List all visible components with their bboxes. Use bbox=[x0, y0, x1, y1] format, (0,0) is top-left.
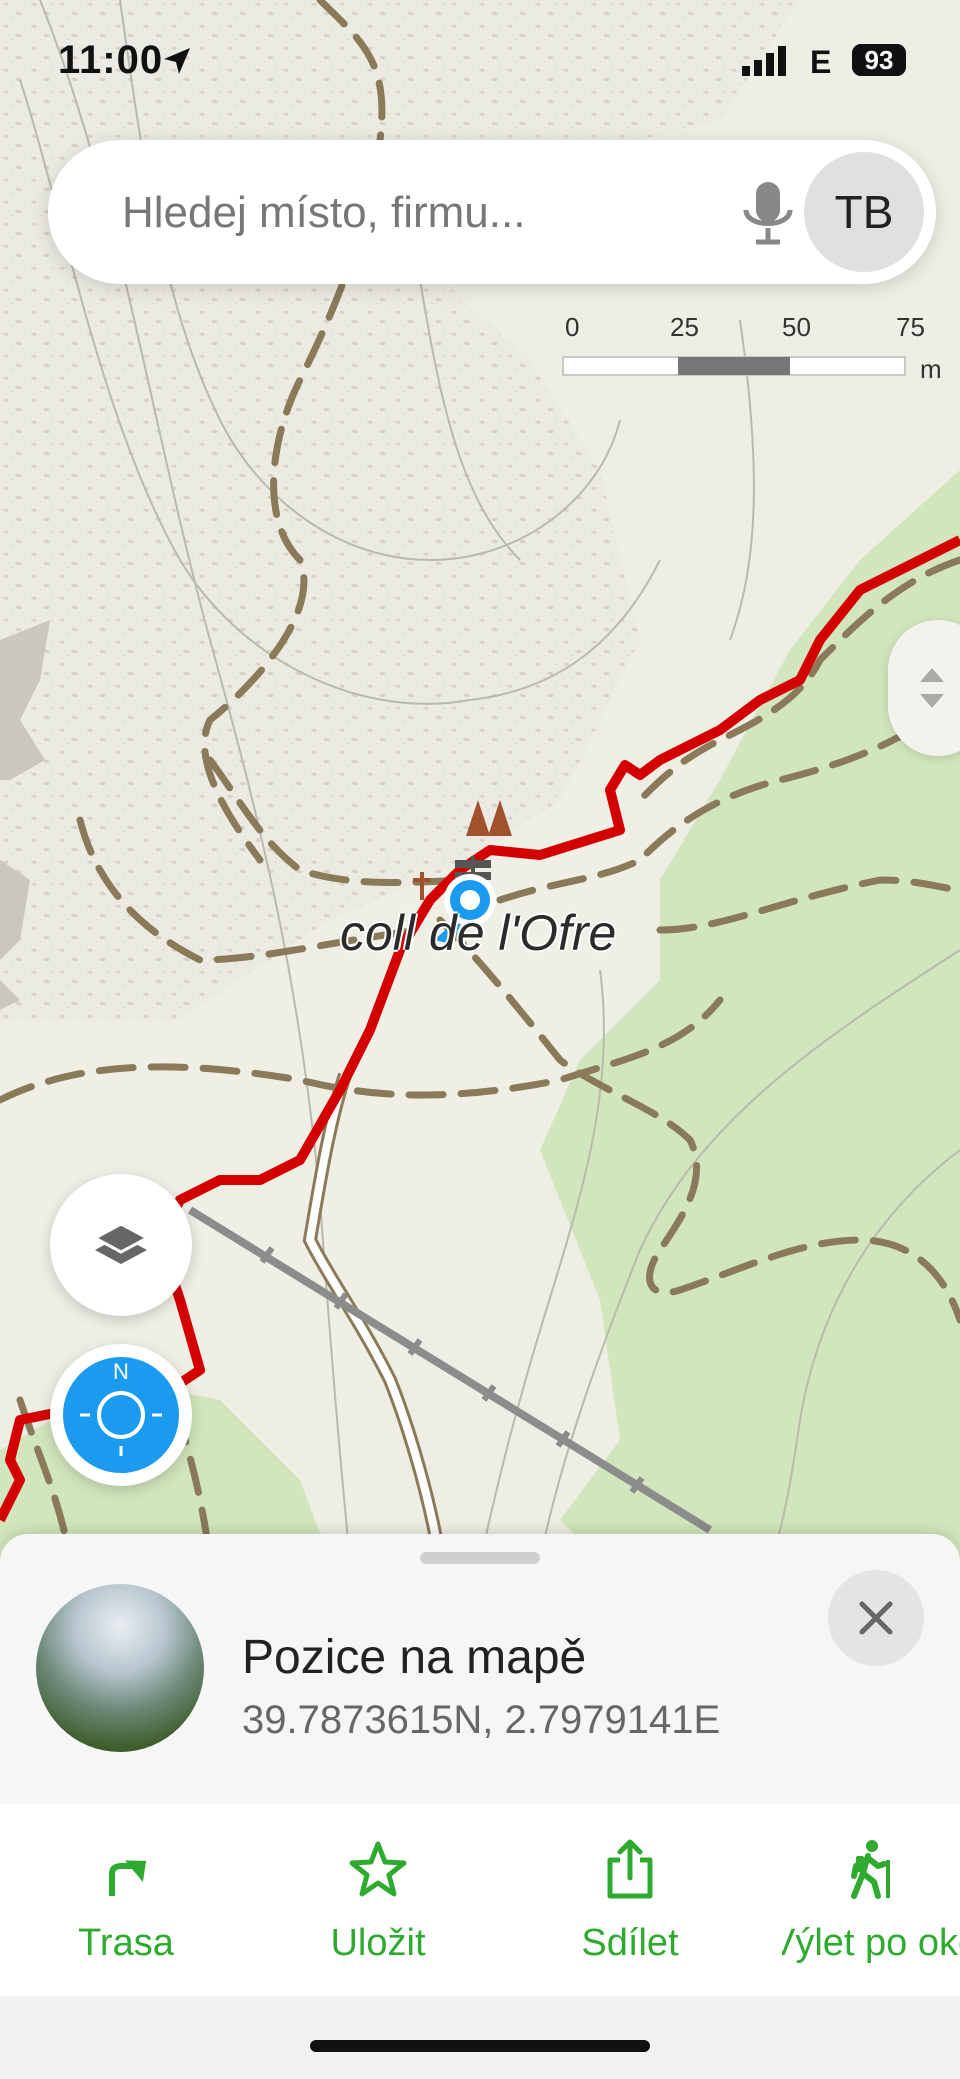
route-button[interactable]: Trasa bbox=[26, 1804, 226, 1996]
location-sheet[interactable]: Pozice na mapě 39.7873615N, 2.7979141E bbox=[0, 1534, 960, 1804]
scale-label-50: 50 bbox=[782, 312, 811, 342]
home-indicator-area bbox=[0, 1996, 960, 2079]
microphone-icon[interactable] bbox=[738, 178, 798, 248]
scale-label-25: 25 bbox=[670, 312, 699, 342]
hiker-icon bbox=[851, 1840, 890, 1899]
compass-north-letter: N bbox=[113, 1359, 129, 1384]
place-label: coll de l'Ofre bbox=[340, 905, 617, 961]
expand-arrows-icon bbox=[920, 668, 944, 708]
side-panel-handle[interactable] bbox=[888, 620, 960, 756]
close-button[interactable] bbox=[828, 1570, 924, 1666]
location-photo[interactable] bbox=[36, 1584, 204, 1752]
sheet-coordinates: 39.7873615N, 2.7979141E bbox=[242, 1698, 721, 1742]
layers-button[interactable] bbox=[50, 1174, 192, 1316]
search-input[interactable] bbox=[120, 180, 684, 246]
network-type: E bbox=[810, 44, 832, 80]
route-label: Trasa bbox=[78, 1922, 174, 1964]
status-bar: 11:00 E 93 bbox=[0, 0, 960, 120]
location-arrow-icon bbox=[164, 48, 190, 74]
signal-icon bbox=[742, 46, 786, 76]
hike-label: Výlet po oko bbox=[782, 1922, 960, 1964]
scale-unit: m bbox=[920, 354, 942, 384]
save-label: Uložit bbox=[330, 1922, 426, 1964]
status-time: 11:00 bbox=[58, 38, 164, 82]
home-indicator[interactable] bbox=[310, 2040, 650, 2052]
sheet-title: Pozice na mapě bbox=[242, 1631, 587, 1684]
scale-bar bbox=[562, 356, 906, 376]
layers-icon bbox=[91, 1222, 151, 1264]
hike-button[interactable]: Výlet po oko bbox=[782, 1804, 960, 1996]
battery-indicator: 93 bbox=[852, 44, 906, 76]
share-icon bbox=[607, 1839, 653, 1899]
user-avatar[interactable]: TB bbox=[804, 152, 924, 272]
save-button[interactable]: Uložit bbox=[278, 1804, 478, 1996]
star-icon bbox=[349, 1841, 407, 1897]
close-icon bbox=[859, 1601, 893, 1635]
scale-label-75: 75 bbox=[896, 312, 925, 342]
share-button[interactable]: Sdílet bbox=[530, 1804, 730, 1996]
route-arrow-icon bbox=[109, 1860, 147, 1896]
scale-label-0: 0 bbox=[565, 312, 580, 342]
share-label: Sdílet bbox=[581, 1922, 679, 1964]
search-bar[interactable]: TB bbox=[48, 140, 936, 284]
action-bar: Trasa Uložit Sdílet Výlet po oko bbox=[0, 1804, 960, 1996]
sheet-grabber[interactable] bbox=[420, 1552, 540, 1564]
compass-button[interactable]: N bbox=[50, 1344, 192, 1486]
